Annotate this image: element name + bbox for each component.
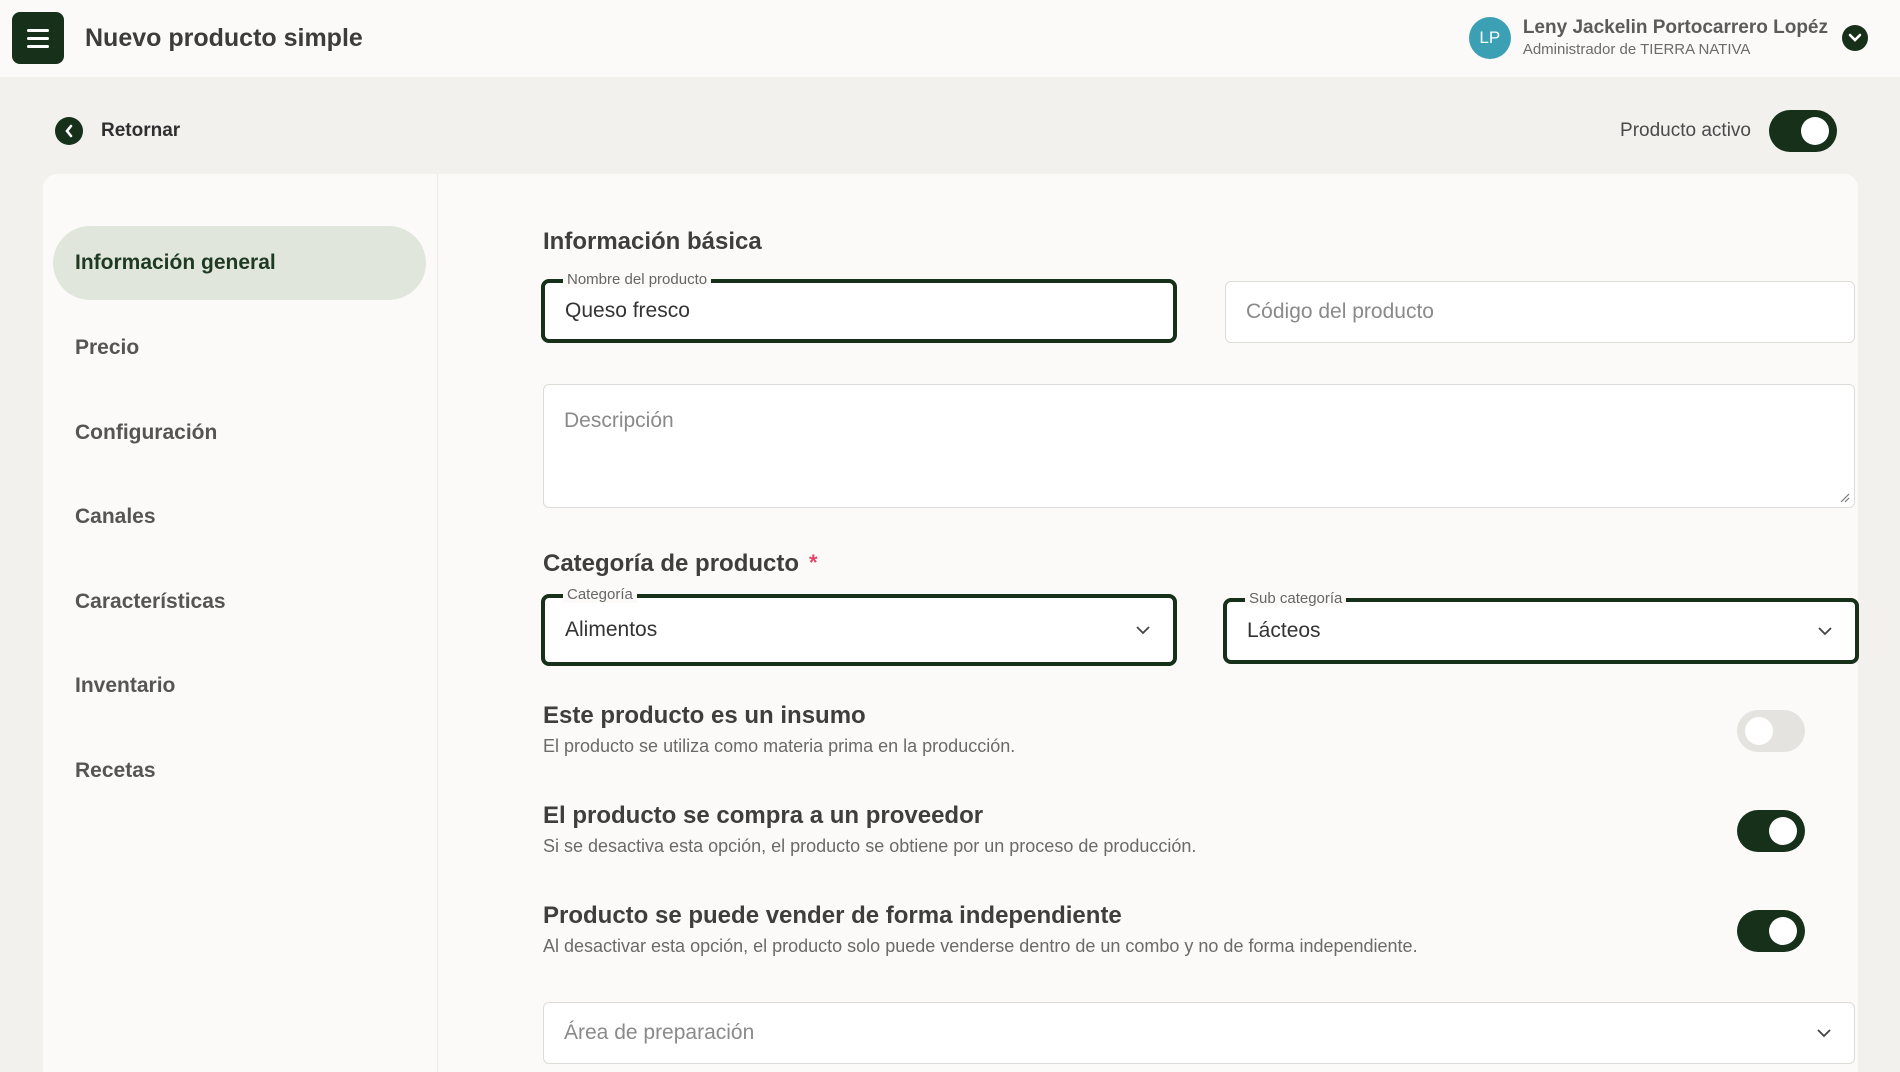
top-bar: Nuevo producto simple LP Leny Jackelin P…	[0, 0, 1900, 77]
sidebar-nav: Información general Precio Configuración…	[43, 174, 438, 1072]
subcategory-select[interactable]: Sub categoría Lácteos	[1223, 590, 1859, 664]
sidebar-item-label: Inventario	[75, 674, 176, 697]
main-content: Información básica Nombre del producto Q…	[493, 174, 1859, 1072]
option-insumo-title: Este producto es un insumo	[543, 702, 866, 729]
chevron-left-icon	[55, 117, 83, 145]
sidebar-item-caracteristicas[interactable]: Características	[53, 565, 426, 639]
option-insumo-desc: El producto se utiliza como materia prim…	[543, 736, 1016, 756]
basic-info-title: Información básica	[543, 228, 762, 255]
user-name: Leny Jackelin Portocarrero Lopéz	[1522, 17, 1828, 38]
option-independiente-desc: Al desactivar esta opción, el producto s…	[543, 936, 1418, 956]
product-code-placeholder: Código del producto	[1246, 300, 1434, 323]
sidebar-item-label: Información general	[75, 251, 276, 274]
sidebar-item-label: Recetas	[75, 759, 156, 782]
hamburger-menu-button[interactable]	[12, 12, 64, 64]
page-title: Nuevo producto simple	[85, 24, 363, 52]
category-label: Categoría	[563, 586, 637, 603]
toggle-knob	[1801, 117, 1829, 145]
toggle-knob	[1769, 917, 1797, 945]
category-value: Alimentos	[565, 618, 658, 641]
chevron-down-icon	[1818, 627, 1832, 636]
sidebar-item-informacion-general[interactable]: Información general	[53, 226, 426, 300]
resize-handle-icon[interactable]	[1838, 491, 1850, 503]
product-name-value: Queso fresco	[565, 299, 690, 322]
sidebar-item-label: Canales	[75, 505, 156, 528]
independiente-toggle[interactable]	[1737, 910, 1805, 952]
sidebar-item-canales[interactable]: Canales	[53, 480, 426, 554]
chevron-down-icon	[1817, 1029, 1831, 1038]
back-button[interactable]: Retornar	[55, 117, 180, 145]
category-select[interactable]: Categoría Alimentos	[541, 586, 1177, 666]
product-code-field[interactable]: Código del producto	[1225, 281, 1855, 343]
avatar: LP	[1468, 17, 1511, 59]
sidebar-item-configuracion[interactable]: Configuración	[53, 396, 426, 470]
product-name-label: Nombre del producto	[563, 271, 712, 288]
required-mark: *	[809, 550, 818, 575]
toggle-knob	[1745, 717, 1773, 745]
product-active-toggle[interactable]	[1769, 110, 1837, 152]
subcategory-label: Sub categoría	[1245, 590, 1347, 607]
sidebar-item-recetas[interactable]: Recetas	[53, 734, 426, 808]
category-title: Categoría de producto *	[543, 550, 818, 578]
preparation-area-select[interactable]: Área de preparación	[543, 1002, 1855, 1064]
sidebar-item-inventario[interactable]: Inventario	[53, 649, 426, 723]
toggle-knob	[1769, 817, 1797, 845]
product-active-label: Producto activo	[1620, 120, 1751, 141]
preparation-area-placeholder: Área de preparación	[564, 1021, 755, 1044]
sidebar-item-label: Precio	[75, 336, 140, 359]
insumo-toggle[interactable]	[1737, 710, 1805, 752]
option-proveedor-desc: Si se desactiva esta opción, el producto…	[543, 836, 1197, 856]
product-form-card: Información general Precio Configuración…	[43, 174, 1859, 1072]
category-title-text: Categoría de producto	[543, 550, 800, 577]
sidebar-item-precio[interactable]: Precio	[53, 311, 426, 385]
option-independiente-title: Producto se puede vender de forma indepe…	[543, 902, 1122, 929]
description-placeholder: Descripción	[564, 409, 674, 432]
sidebar-item-label: Configuración	[75, 421, 218, 444]
proveedor-toggle[interactable]	[1737, 810, 1805, 852]
user-role: Administrador de TIERRA NATIVA	[1522, 41, 1751, 58]
menu-icon-line	[27, 44, 49, 48]
user-menu[interactable]: LP Leny Jackelin Portocarrero Lopéz Admi…	[1468, 16, 1868, 60]
menu-icon-line	[27, 36, 49, 40]
option-proveedor-title: El producto se compra a un proveedor	[543, 802, 984, 829]
product-name-field[interactable]: Nombre del producto Queso fresco	[541, 271, 1177, 343]
chevron-down-icon	[1136, 626, 1150, 635]
menu-icon-line	[27, 28, 49, 32]
back-label: Retornar	[101, 120, 181, 141]
chevron-down-icon[interactable]	[1842, 25, 1868, 51]
sidebar-item-label: Características	[75, 590, 226, 613]
product-active-row: Producto activo	[1620, 110, 1837, 152]
description-textarea[interactable]: Descripción	[543, 384, 1855, 508]
subcategory-value: Lácteos	[1247, 619, 1321, 642]
